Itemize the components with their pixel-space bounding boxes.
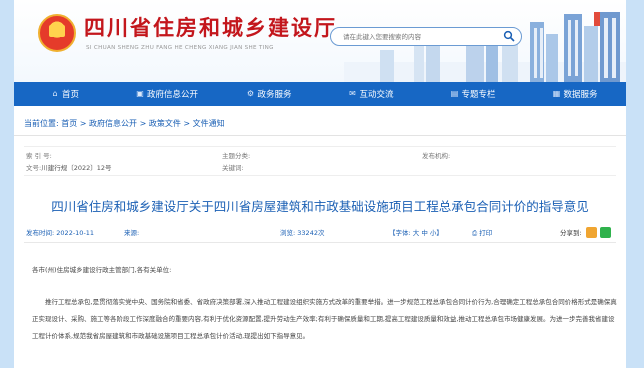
category-label: 主题分类: [222,152,251,160]
breadcrumb-gov-info[interactable]: 政府信息公开 [89,119,137,128]
service-icon: ⚙ [246,89,255,98]
nav-item-home[interactable]: ⌂ 首页 [14,82,116,106]
skyline-decoration [344,12,626,82]
page: 四川省住房和城乡建设厅 SI CHUAN SHENG ZHU FANG HE C… [14,0,626,368]
print-button[interactable]: ⎙ 打印 [472,227,492,238]
nav-item-topics[interactable]: ▤ 专题专栏 [422,82,524,106]
search-input[interactable] [341,29,495,45]
search-box[interactable] [330,27,522,46]
date-label: 发布时间: [26,229,55,237]
nav-item-label: 首页 [61,90,79,100]
search-icon[interactable] [503,30,515,42]
keywords-label: 关键词: [222,164,244,172]
qzone-share-icon[interactable] [586,227,597,238]
national-emblem-icon [38,14,76,52]
chat-icon: ✉ [349,89,356,98]
document-icon: ▣ [136,89,144,98]
breadcrumb-policy[interactable]: 政策文件 [149,119,181,128]
nav-item-label: 政府信息公开 [146,90,198,100]
printer-icon: ⎙ [472,229,478,237]
wechat-share-icon[interactable] [600,227,611,238]
divider [14,135,626,136]
publisher-label: 发布机构: [422,152,451,160]
site-pinyin: SI CHUAN SHENG ZHU FANG HE CHENG XIANG J… [86,45,274,51]
document-meta: 索 引 号: 文号:川建行规〔2022〕12号 主题分类: 关键词: 发布机构: [24,146,616,176]
font-size-control[interactable]: 【字体: 大 中 小】 [389,227,443,237]
article-title: 四川省住房和城乡建设厅关于四川省房屋建筑和市政基础设施项目工程总承包合同计价的指… [51,199,589,214]
home-icon: ⌂ [52,89,58,98]
doc-no-value: 川建行规〔2022〕12号 [41,164,112,172]
nav-item-data[interactable]: ▦ 数据服务 [524,82,626,106]
nav-item-services[interactable]: ⚙ 政务服务 [218,82,320,106]
breadcrumb-home[interactable]: 首页 [61,119,77,128]
site-title[interactable]: 四川省住房和城乡建设厅 [84,12,337,42]
main-nav: ⌂ 首页 ▣ 政府信息公开 ⚙ 政务服务 ✉ 互动交流 ▤ 专题专栏 ▦ 数据服务 [14,82,626,106]
view-count: 33242次 [297,229,325,237]
nav-item-interaction[interactable]: ✉ 互动交流 [320,82,422,106]
index-label: 索 引 号: [26,152,52,160]
nav-item-gov-info[interactable]: ▣ 政府信息公开 [116,82,218,106]
column-icon: ▤ [450,89,459,98]
data-icon: ▦ [552,89,561,98]
nav-item-label: 互动交流 [359,90,394,100]
breadcrumb: 当前位置: 首页 > 政府信息公开 > 政策文件 > 文件通知 [24,119,225,128]
paragraph: 推行工程总承包,是贯彻落实党中央、国务院和省委、省政府决策部署,深入推动工程建设… [32,298,617,340]
article-info-bar: 发布时间: 2022-10-11 来源: 浏览: 33242次 【字体: 大 中… [24,222,616,243]
share-label: 分享到: [560,229,582,237]
nav-item-label: 数据服务 [563,90,598,100]
site-header: 四川省住房和城乡建设厅 SI CHUAN SHENG ZHU FANG HE C… [14,0,626,82]
breadcrumb-prefix: 当前位置: [24,119,59,128]
views-label: 浏览: [280,229,296,237]
doc-no-label: 文号: [26,164,42,172]
greeting: 各市(州)住房城乡建设行政主管部门,各有关单位: [32,266,172,274]
publish-date: 2022-10-11 [56,229,95,237]
nav-item-label: 政务服务 [257,90,292,100]
nav-item-label: 专题专栏 [461,90,496,100]
source-label: 来源: [124,229,140,237]
breadcrumb-notice[interactable]: 文件通知 [193,119,225,128]
print-label: 打印 [479,229,493,237]
